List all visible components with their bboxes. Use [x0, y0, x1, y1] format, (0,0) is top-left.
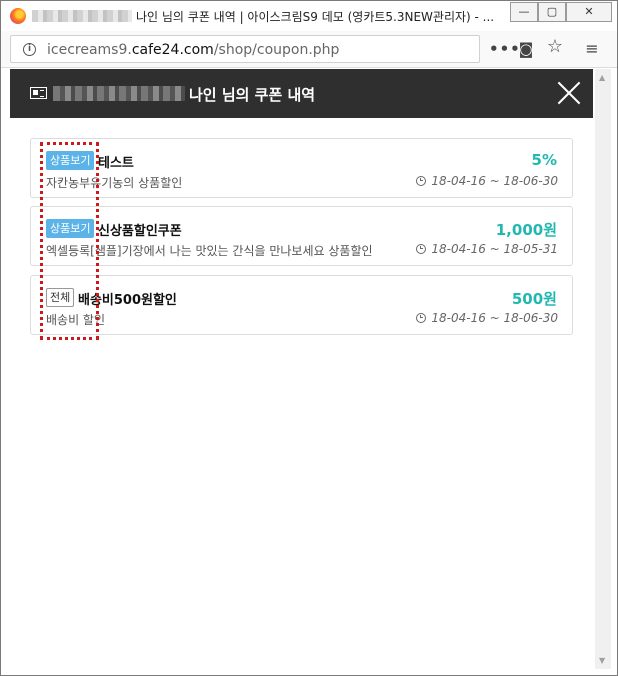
coupon-description: 배송비 할인 [46, 313, 106, 327]
scroll-up-icon[interactable]: ▲ [599, 73, 605, 82]
url-field[interactable]: i icecreams9.cafe24.com/shop/coupon.php [10, 35, 480, 63]
clock-icon [416, 176, 427, 186]
firefox-icon [10, 8, 26, 24]
coupon-amount: 500원 [511, 290, 557, 308]
coupon-amount: 5% [531, 151, 557, 169]
info-icon[interactable]: i [23, 43, 36, 56]
blurred-title-prefix [32, 10, 132, 22]
coupon-period: 18-04-16 ~ 18-06-30 [416, 311, 558, 325]
coupon-period: 18-04-16 ~ 18-05-31 [416, 242, 558, 256]
close-icon[interactable] [557, 81, 581, 105]
hamburger-menu-icon[interactable]: ≡ [581, 39, 603, 59]
url-text[interactable]: icecreams9.cafe24.com/shop/coupon.php [47, 42, 339, 58]
product-view-button[interactable]: 상품보기 [46, 151, 95, 170]
coupon-description: 자칸농부유기농의 상품할인 [46, 176, 183, 190]
coupon-item: 상품보기 신상품할인쿠폰 엑셀등록[샘플]기장에서 나는 맛있는 간식을 만나보… [30, 206, 573, 266]
coupon-card-icon [30, 87, 47, 99]
coupon-item: 상품보기 테스트 자칸농부유기농의 상품할인 5% 18-04-16 ~ 18-… [30, 138, 573, 198]
maximize-button[interactable]: ▢ [538, 2, 566, 22]
coupon-period: 18-04-16 ~ 18-06-30 [416, 174, 558, 188]
window-title: 나인 님의 쿠폰 내역 | 아이스크림S9 데모 (영카트5.3NEW관리자) … [136, 10, 495, 24]
blurred-name [53, 86, 185, 101]
pocket-icon[interactable]: ◙ [515, 39, 537, 59]
coupon-item: 전체 배송비500원할인 배송비 할인 500원 18-04-16 ~ 18-0… [30, 275, 573, 335]
coupon-scope-badge: 전체 [46, 288, 75, 307]
title-bar: 나인 님의 쿠폰 내역 | 아이스크림S9 데모 (영카트5.3NEW관리자) … [1, 1, 617, 31]
coupon-name: 배송비500원할인 [78, 293, 177, 308]
coupon-amount: 1,000원 [495, 221, 557, 239]
product-view-button[interactable]: 상품보기 [46, 219, 95, 238]
scrollbar[interactable]: ▲ ▼ [595, 69, 611, 669]
scroll-down-icon[interactable]: ▼ [599, 656, 605, 665]
browser-window: 나인 님의 쿠폰 내역 | 아이스크림S9 데모 (영카트5.3NEW관리자) … [0, 0, 618, 676]
coupon-name: 테스트 [98, 156, 134, 171]
minimize-button[interactable]: — [510, 2, 538, 22]
popup-header: 나인 님의 쿠폰 내역 [10, 69, 593, 118]
popup-title: 나인 님의 쿠폰 내역 [189, 86, 316, 104]
bookmark-star-icon[interactable]: ☆ [544, 37, 566, 57]
window-close-button[interactable]: ✕ [566, 2, 612, 22]
coupon-description: 엑셀등록[샘플]기장에서 나는 맛있는 간식을 만나보세요 상품할인 [46, 244, 373, 258]
clock-icon [416, 313, 427, 323]
more-actions-icon[interactable]: ••• [489, 39, 520, 59]
coupon-name: 신상품할인쿠폰 [98, 224, 182, 239]
address-bar: i icecreams9.cafe24.com/shop/coupon.php … [1, 31, 617, 68]
clock-icon [416, 244, 427, 254]
